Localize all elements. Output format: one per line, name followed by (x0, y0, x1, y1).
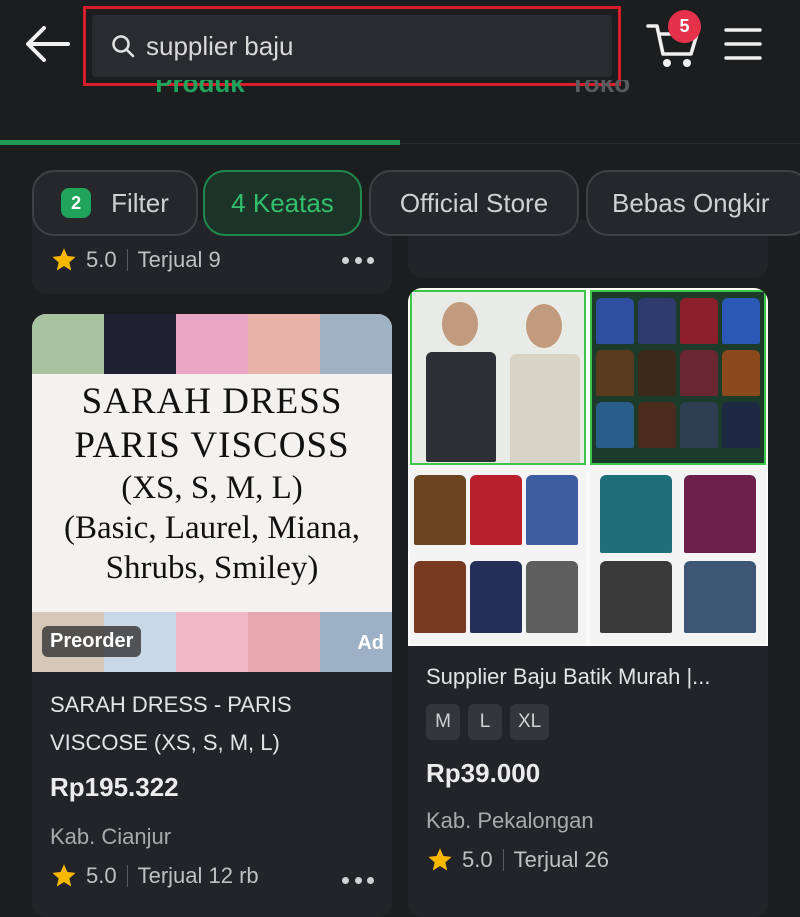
collage-cell (590, 469, 766, 644)
sold-count: Terjual 26 (513, 847, 609, 872)
collage-cell (410, 469, 586, 644)
rating-value: 5.0 (86, 247, 117, 272)
separator (126, 249, 128, 271)
size-chip: M (426, 704, 460, 740)
product-card[interactable]: Supplier Baju Batik Murah |... M L XL Rp… (408, 288, 768, 917)
rating-value: 5.0 (462, 847, 493, 872)
sold-count: Terjual 12 rb (137, 863, 259, 888)
product-title: SARAH DRESS - PARIS VISCOSE (XS, S, M, L… (50, 686, 292, 762)
search-highlight (83, 6, 621, 86)
ad-label: Ad (357, 632, 384, 654)
tab-produk-label: Produk (155, 80, 245, 98)
chip-label: Bebas Ongkir (612, 187, 770, 218)
preorder-badge: Preorder (42, 626, 142, 657)
tab-toko[interactable]: Toko (400, 80, 800, 110)
more-options-button[interactable] (342, 250, 374, 270)
search-box[interactable] (92, 15, 612, 77)
product-price: Rp195.322 (50, 772, 179, 802)
arrow-left-icon (26, 26, 70, 62)
product-image: SARAH DRESS PARIS VISCOSS (XS, S, M, L) … (32, 314, 392, 672)
product-title-line: VISCOSE (XS, S, M, L) (50, 730, 280, 755)
collage-cell (410, 290, 586, 465)
size-chip: L (468, 704, 502, 740)
product-title: Supplier Baju Batik Murah |... (426, 664, 711, 689)
size-chip: XL (510, 704, 550, 740)
chip-official-store[interactable]: Official Store (369, 170, 579, 236)
search-icon (110, 33, 136, 59)
menu-button[interactable] (722, 24, 764, 64)
product-price: Rp39.000 (426, 758, 541, 788)
sold-count: Terjual 9 (137, 247, 221, 272)
chip-rating-4-up[interactable]: 4 Keatas (203, 170, 362, 236)
separator (502, 849, 504, 871)
collage-cell (590, 290, 766, 465)
rating-row: 5.0 Terjual 9 (50, 246, 221, 274)
active-tab-indicator (0, 140, 400, 145)
product-card[interactable]: SARAH DRESS PARIS VISCOSS (XS, S, M, L) … (32, 314, 392, 917)
size-options: M L XL (426, 704, 550, 740)
back-button[interactable] (24, 22, 72, 66)
rating-row: 5.0 Terjual 12 rb (50, 862, 259, 890)
filter-button[interactable]: 2 Filter (32, 170, 198, 236)
cart-count-badge: 5 (668, 10, 701, 43)
tab-toko-label: Toko (569, 80, 631, 98)
result-tabs: Produk Toko (0, 80, 800, 146)
search-input[interactable] (146, 30, 566, 62)
star-icon (426, 846, 454, 874)
image-top-strip (32, 314, 392, 374)
product-image (408, 288, 768, 646)
more-options-button[interactable] (342, 870, 374, 890)
star-icon (50, 246, 78, 274)
filter-label: Filter (111, 187, 169, 218)
product-location: Kab. Pekalongan (426, 808, 594, 833)
chip-label: 4 Keatas (231, 187, 334, 218)
separator (126, 865, 128, 887)
rating-row: 5.0 Terjual 26 (426, 846, 609, 874)
hamburger-menu-icon (724, 28, 762, 60)
image-text-line: SARAH DRESS (81, 381, 343, 422)
image-text-line: (Basic, Laurel, Miana, (64, 510, 360, 546)
image-text-line: Shrubs, Smiley) (105, 550, 319, 586)
image-text-line: PARIS VISCOSS (74, 425, 350, 466)
product-location: Kab. Cianjur (50, 824, 172, 849)
product-title-line: SARAH DRESS - PARIS (50, 692, 292, 717)
top-bar: 5 (0, 0, 800, 92)
star-icon (50, 862, 78, 890)
filter-chips: 2 Filter 4 Keatas Official Store Bebas O… (0, 170, 800, 236)
image-text-line: (XS, S, M, L) (121, 470, 303, 506)
batik-collage (410, 290, 766, 644)
rating-value: 5.0 (86, 863, 117, 888)
chip-label: Official Store (399, 187, 549, 218)
filter-count-badge: 2 (61, 188, 92, 218)
tab-produk[interactable]: Produk (0, 80, 400, 110)
image-text: SARAH DRESS PARIS VISCOSS (XS, S, M, L) … (32, 380, 392, 588)
chip-free-shipping[interactable]: Bebas Ongkir (586, 170, 800, 236)
tab-divider (400, 143, 800, 144)
